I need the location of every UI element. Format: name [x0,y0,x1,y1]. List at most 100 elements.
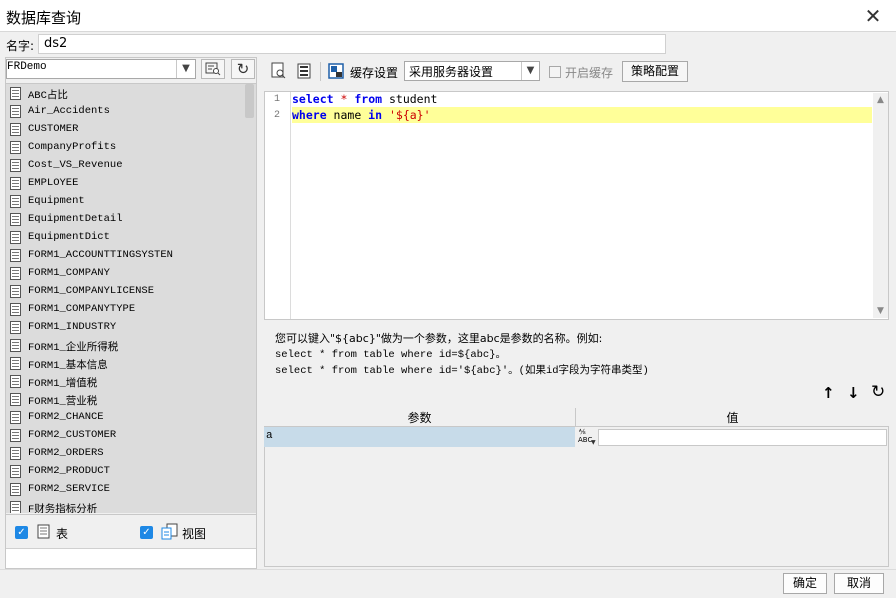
table-list-item-label: FORM1_COMPANYLICENSE [28,285,155,297]
table-list-item[interactable]: FORM1_INDUSTRY [6,319,246,337]
enable-cache-checkbox[interactable] [549,66,561,78]
tables-label: 表 [56,527,69,541]
views-label: 视图 [182,527,207,541]
table-list-item-label: EquipmentDict [28,231,110,243]
table-list-item[interactable]: FORM2_SERVICE [6,481,246,499]
chevron-down-icon[interactable]: ▼ [521,62,539,80]
table-icon [10,195,21,208]
table-icon [10,87,21,100]
table-list-item[interactable]: EMPLOYEE [6,175,246,193]
type-selector-button[interactable]: ⅍ ABC ▼ [577,428,597,447]
table-icon [10,159,21,172]
list-scrollbar[interactable] [245,84,254,118]
preview-icon [271,62,286,79]
ok-button[interactable]: 确定 [783,573,827,594]
table-list-item[interactable]: EquipmentDict [6,229,246,247]
table-list-item-label: FORM1_COMPANYTYPE [28,303,136,315]
line-number-gutter [265,92,291,319]
sql-editor[interactable] [264,91,889,320]
table-list-item[interactable]: FORM1_ACCOUNTTINGSYSTEN [6,247,246,265]
table-list-item[interactable]: ABC占比 [6,85,246,103]
table-list-item[interactable]: FORM1_COMPANYLICENSE [6,283,246,301]
table-list-item[interactable]: FORM2_ORDERS [6,445,246,463]
hint-line-2: select * from table where id=${abc}。 [275,349,507,361]
cache-icon [328,63,344,79]
table-list-item-label: FORM1_营业税 [28,396,98,408]
table-list-item-label: FORM1_增值税 [28,378,98,390]
table-list-item[interactable]: Equipment [6,193,246,211]
toolbar-divider [320,62,321,81]
close-button[interactable]: ✕ [856,2,890,30]
table-list-item[interactable]: FORM2_CUSTOMER [6,427,246,445]
move-down-button[interactable]: ↓ [847,384,860,402]
cancel-button[interactable]: 取消 [834,573,884,594]
table-list-item[interactable]: FORM1_增值税 [6,373,246,391]
parameter-hint: 您可以键入"${abc}"做为一个参数，这里abc是参数的名称。例如: sele… [275,331,875,379]
table-list-item[interactable]: Cost_VS_Revenue [6,157,246,175]
table-list-item-label: CUSTOMER [28,123,79,135]
table-list-item[interactable]: FORM1_基本信息 [6,355,246,373]
cache-settings-label: 缓存设置 [350,66,399,80]
param-name-cell[interactable] [264,427,575,447]
table-list-item-label: EMPLOYEE [28,177,79,189]
hint-line-1: 您可以键入"${abc}"做为一个参数，这里abc是参数的名称。例如: [275,332,603,345]
cache-settings-icon-wrap [328,63,344,82]
type-badge-glyph: ⅍ [579,428,586,436]
table-list-item[interactable]: EquipmentDetail [6,211,246,229]
table-list-item-label: FORM2_SERVICE [28,483,110,495]
table-list-item-label: F财务指标分析 [28,504,98,513]
column-header-param[interactable]: 参数 [264,409,575,426]
table-list-item-label: Equipment [28,195,85,207]
table-list-item[interactable]: FORM1_营业税 [6,391,246,409]
table-icon [10,465,21,478]
scroll-up-icon[interactable]: ▲ [873,93,888,107]
table-icon [10,357,21,370]
arrow-up-icon: ↑ [822,384,835,402]
table-list-item[interactable]: FORM2_PRODUCT [6,463,246,481]
table-filter-input[interactable] [6,548,256,568]
refresh-params-button[interactable]: ↻ [871,382,885,402]
refresh-tables-button[interactable]: ↻ [231,59,255,79]
datasource-select-value: FRDemo [7,61,47,73]
table-list-item[interactable]: CUSTOMER [6,121,246,139]
table-icon [10,213,21,226]
database-button[interactable] [297,63,311,82]
tables-checkbox[interactable]: ✓ [15,526,28,539]
table-icon [10,303,21,316]
param-name-text: a [266,430,273,442]
table-list[interactable]: ABC占比 Air_Accidents CUSTOMER CompanyProfits… [6,83,256,513]
search-table-button[interactable] [201,59,225,79]
sql-line-2[interactable]: where name in '${a}' [292,107,872,123]
sql-line-1[interactable]: select * from student [292,91,872,107]
preview-button[interactable] [271,62,287,83]
table-icon [10,339,21,352]
table-icon [10,321,21,334]
table-list-item[interactable]: FORM1_企业所得税 [6,337,246,355]
table-icon [37,524,50,539]
move-up-button[interactable]: ↑ [822,384,835,402]
name-input[interactable]: ds2 [38,34,666,54]
table-list-item-label: Cost_VS_Revenue [28,159,123,171]
editor-scrollbar[interactable]: ▲ ▼ [873,93,888,318]
table-list-item-label: EquipmentDetail [28,213,123,225]
policy-config-button[interactable]: 策略配置 [622,61,688,82]
table-list-item-label: ABC占比 [28,90,68,102]
table-list-item-label: Air_Accidents [28,105,110,117]
table-list-item[interactable]: F财务指标分析 [6,499,246,513]
table-list-item[interactable]: CompanyProfits [6,139,246,157]
table-list-item-label: FORM2_CHANCE [28,411,104,423]
table-list-item[interactable]: FORM2_CHANCE [6,409,246,427]
table-list-item[interactable]: FORM1_COMPANY [6,265,246,283]
refresh-icon: ↻ [236,60,250,78]
column-header-value[interactable]: 值 [576,409,889,426]
table-icon [10,393,21,406]
table-list-item-label: CompanyProfits [28,141,117,153]
scroll-down-icon[interactable]: ▼ [873,304,888,318]
param-value-input[interactable] [598,429,887,446]
table-icon [10,177,21,190]
views-checkbox[interactable]: ✓ [140,526,153,539]
table-list-item[interactable]: Air_Accidents [6,103,246,121]
table-list-item[interactable]: FORM1_COMPANYTYPE [6,301,246,319]
table-icon [10,483,21,496]
chevron-down-icon[interactable]: ▼ [176,60,195,78]
